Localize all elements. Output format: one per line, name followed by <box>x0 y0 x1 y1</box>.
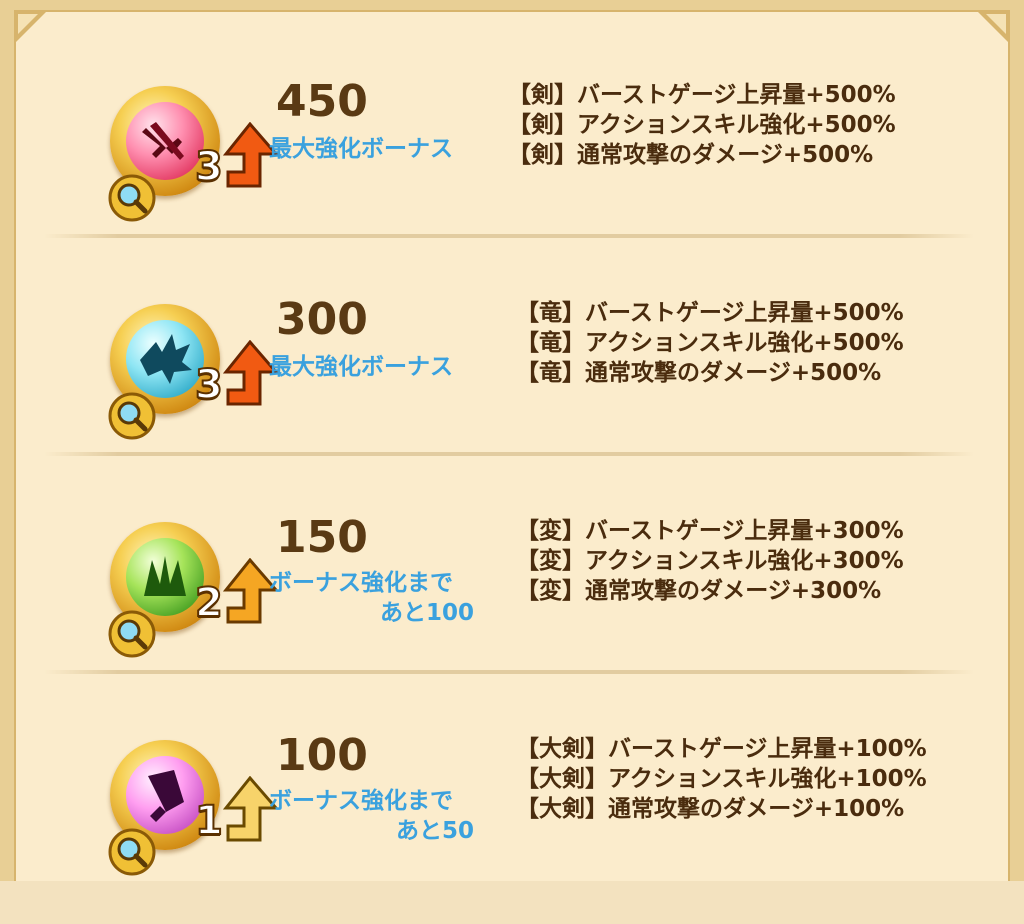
bonus-row: 3 300 最大強化ボーナス 【竜】バーストゲージ上昇量+500% 【竜】アクシ… <box>40 288 980 488</box>
row-divider <box>44 670 974 674</box>
effect-list: 【大剣】バーストゲージ上昇量+100% 【大剣】アクションスキル強化+100% … <box>516 734 927 824</box>
orb-level: 3 <box>194 143 224 191</box>
orb-level: 2 <box>194 579 224 627</box>
bonus-status-line1: 最大強化ボーナス <box>269 136 453 162</box>
effect-line: 【竜】アクションスキル強化+500% <box>516 330 904 356</box>
greatsword-icon <box>148 770 184 822</box>
corner-ornament-icon <box>976 10 1010 44</box>
bonus-status-line1: ボーナス強化まで <box>269 570 453 596</box>
orb-slot[interactable]: 1 <box>80 732 280 882</box>
bonus-value: 100 <box>276 730 368 781</box>
orb-slot[interactable]: 3 <box>80 296 280 446</box>
orb-level: 3 <box>194 361 224 409</box>
dragon-icon <box>140 334 192 384</box>
effect-line: 【変】バーストゲージ上昇量+300% <box>516 518 904 544</box>
bonus-status: 最大強化ボーナス <box>248 134 474 164</box>
bonus-status-line1: ボーナス強化まで <box>269 788 453 814</box>
greatsword-orb-icon <box>126 756 204 834</box>
bonus-status: ボーナス強化まで あと50 <box>248 786 474 846</box>
transform-icon <box>144 556 186 596</box>
effect-line: 【剣】通常攻撃のダメージ+500% <box>508 142 874 168</box>
effect-line: 【竜】通常攻撃のダメージ+500% <box>516 360 882 386</box>
effect-line: 【剣】バーストゲージ上昇量+500% <box>508 82 896 108</box>
row-divider <box>44 234 974 238</box>
magnifier-icon[interactable] <box>108 174 156 222</box>
bonus-status: ボーナス強化まで あと100 <box>248 568 474 628</box>
sword-icon <box>142 122 184 160</box>
effect-line: 【変】通常攻撃のダメージ+300% <box>516 578 882 604</box>
bonus-status-line1: 最大強化ボーナス <box>269 354 453 380</box>
effect-line: 【大剣】バーストゲージ上昇量+100% <box>516 736 927 762</box>
effect-line: 【剣】アクションスキル強化+500% <box>508 112 896 138</box>
effect-line: 【変】アクションスキル強化+300% <box>516 548 904 574</box>
magnifier-icon[interactable] <box>108 392 156 440</box>
row-divider <box>44 452 974 456</box>
bonus-value: 150 <box>276 512 368 563</box>
transform-orb-icon <box>126 538 204 616</box>
effect-line: 【竜】バーストゲージ上昇量+500% <box>516 300 904 326</box>
bonus-value: 450 <box>276 76 368 127</box>
effect-line: 【大剣】アクションスキル強化+100% <box>516 766 927 792</box>
bonus-row: 3 450 最大強化ボーナス 【剣】バーストゲージ上昇量+500% 【剣】アクシ… <box>40 70 980 270</box>
orb-level: 1 <box>194 797 224 845</box>
bonus-row: 1 100 ボーナス強化まで あと50 【大剣】バーストゲージ上昇量+100% … <box>40 724 980 924</box>
effect-list: 【剣】バーストゲージ上昇量+500% 【剣】アクションスキル強化+500% 【剣… <box>508 80 896 170</box>
orb-slot[interactable]: 2 <box>80 514 280 664</box>
bonus-row: 2 150 ボーナス強化まで あと100 【変】バーストゲージ上昇量+300% … <box>40 506 980 706</box>
bonus-value: 300 <box>276 294 368 345</box>
sword-orb-icon <box>126 102 204 180</box>
effect-line: 【大剣】通常攻撃のダメージ+100% <box>516 796 905 822</box>
magnifier-icon[interactable] <box>108 610 156 658</box>
bonus-status: 最大強化ボーナス <box>248 352 474 382</box>
bonus-status-line2: あと50 <box>395 818 474 844</box>
orb-slot[interactable]: 3 <box>80 78 280 228</box>
bonus-status-line2: あと100 <box>379 600 474 626</box>
effect-list: 【変】バーストゲージ上昇量+300% 【変】アクションスキル強化+300% 【変… <box>516 516 904 606</box>
dragon-orb-icon <box>126 320 204 398</box>
corner-ornament-icon <box>14 10 48 44</box>
magnifier-icon[interactable] <box>108 828 156 876</box>
effect-list: 【竜】バーストゲージ上昇量+500% 【竜】アクションスキル強化+500% 【竜… <box>516 298 904 388</box>
